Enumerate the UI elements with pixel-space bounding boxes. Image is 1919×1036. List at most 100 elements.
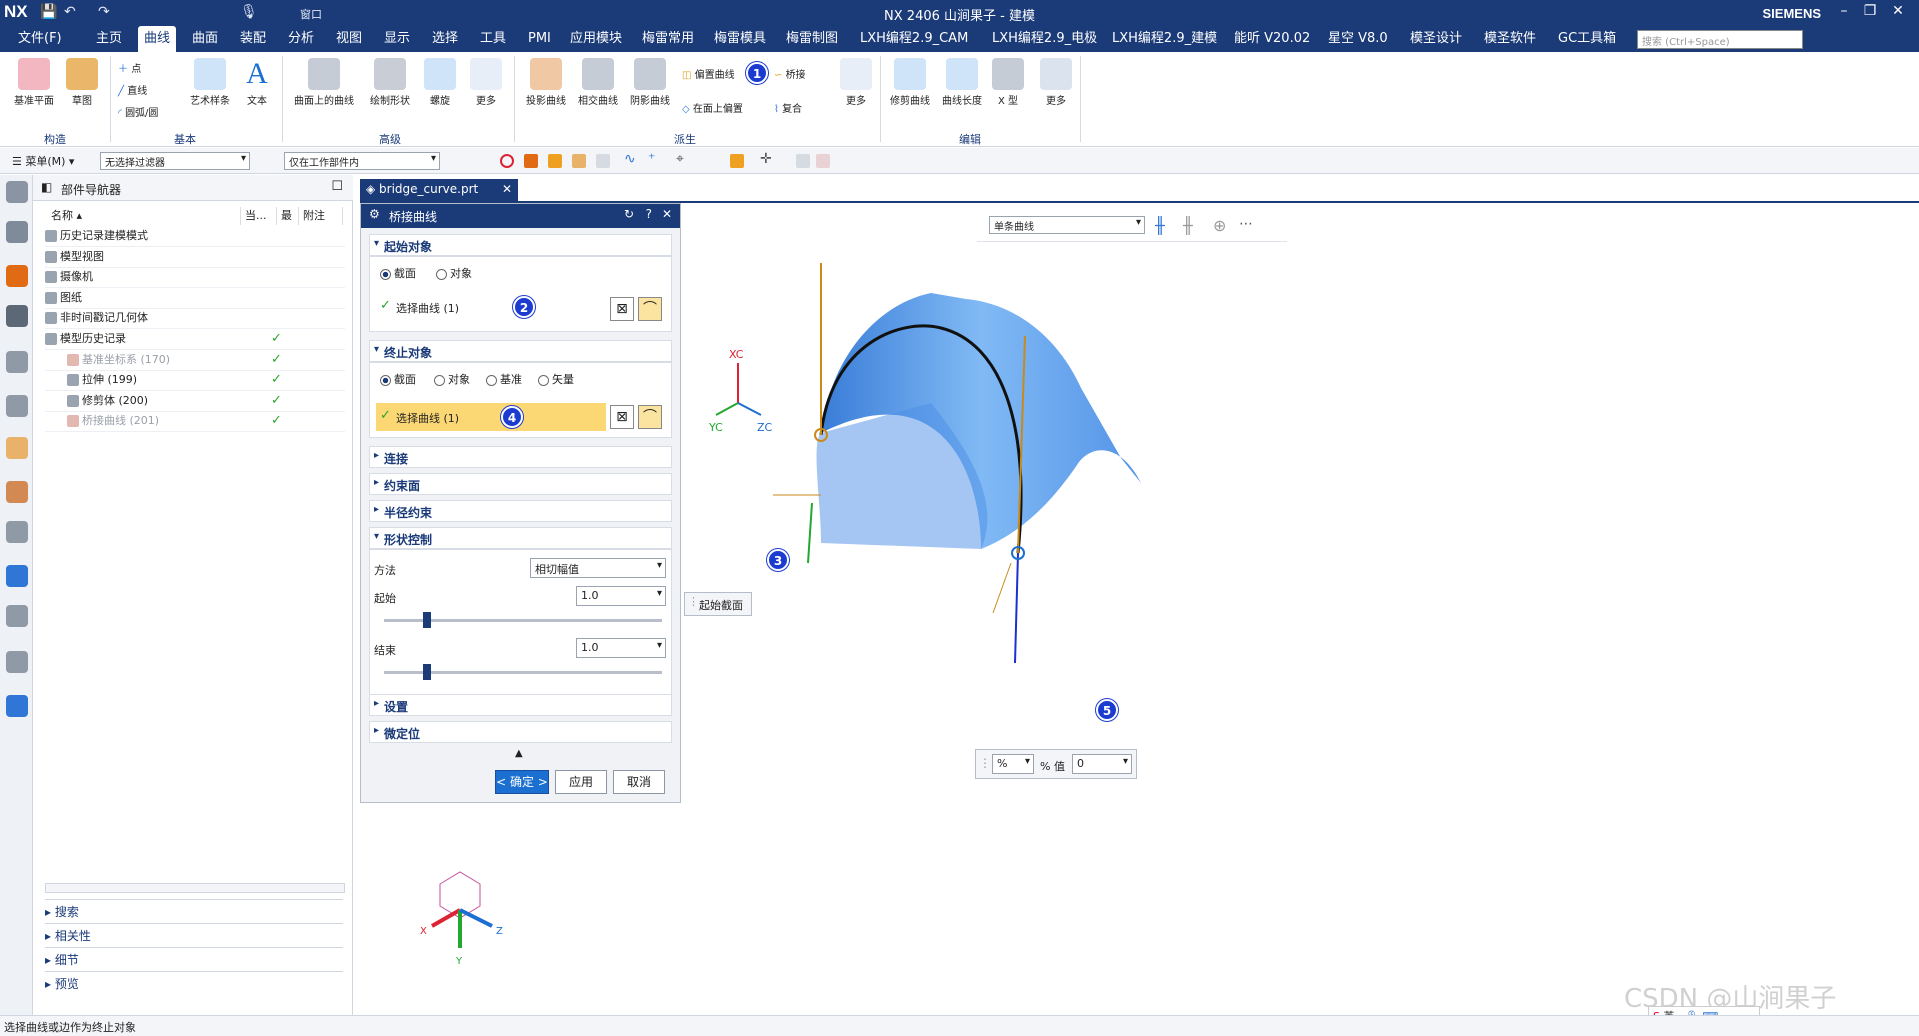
- end-select-curve[interactable]: ✓ 选择曲线 (1): [376, 403, 606, 431]
- assembly-navigator-icon[interactable]: [6, 221, 28, 243]
- menu-button[interactable]: ☰ 菜单(M) ▾: [12, 153, 74, 169]
- tab-assembly[interactable]: 装配: [234, 26, 272, 52]
- end-curve-filter-button[interactable]: ⌒: [638, 405, 662, 429]
- tab-mosheng-software[interactable]: 模圣软件: [1478, 26, 1542, 52]
- tab-tools[interactable]: 工具: [474, 26, 512, 52]
- curve-rule-icon[interactable]: ∿: [624, 151, 638, 167]
- ok-button[interactable]: < 确定 >: [495, 770, 549, 794]
- shape-control-section[interactable]: 形状控制: [369, 527, 672, 549]
- column-notes[interactable]: 附注: [299, 207, 343, 225]
- end-magnitude-slider[interactable]: [423, 664, 432, 680]
- tab-nengting[interactable]: 能听 V20.02: [1228, 26, 1316, 52]
- tab-view[interactable]: 视图: [330, 26, 368, 52]
- tree-row[interactable]: 模型视图: [45, 248, 104, 268]
- crosshair-icon[interactable]: ✛: [760, 151, 774, 167]
- type-filter-select[interactable]: 无选择过滤器 ▾: [100, 152, 250, 170]
- tab-meilei-drafting[interactable]: 梅雷制图: [780, 26, 844, 52]
- tab-curve[interactable]: 曲线: [138, 26, 177, 52]
- fine-position-section[interactable]: 微定位: [369, 721, 672, 743]
- apply-button[interactable]: 应用: [555, 770, 607, 794]
- end-section-radio[interactable]: 截面: [380, 371, 416, 387]
- arc-button[interactable]: ◜ 圆弧/圆: [118, 104, 158, 119]
- start-curve-filter-button[interactable]: ⌒: [638, 297, 662, 321]
- tab-xingkong[interactable]: 星空 V8.0: [1322, 26, 1394, 52]
- start-magnitude-slider[interactable]: [423, 612, 432, 628]
- hd3d-icon[interactable]: [6, 437, 28, 459]
- tab-meilei-common[interactable]: 梅雷常用: [636, 26, 700, 52]
- search-panel[interactable]: ▸ 搜索: [45, 899, 343, 921]
- tools-icon[interactable]: [6, 651, 28, 673]
- curve-on-surface-button[interactable]: 曲面上的曲线: [292, 58, 356, 107]
- sketch-button[interactable]: 草图: [62, 58, 102, 107]
- cancel-button[interactable]: 取消: [613, 770, 665, 794]
- tab-surface[interactable]: 曲面: [186, 26, 224, 52]
- graphics-window[interactable]: XC YC ZC: [681, 203, 1919, 1015]
- assembly-icon[interactable]: [816, 154, 830, 168]
- tab-lxh-electrode[interactable]: LXH编程2.9_电极: [986, 26, 1103, 52]
- clock-icon[interactable]: [6, 605, 28, 627]
- constraint-face-section[interactable]: 约束面: [369, 473, 672, 495]
- connection-section[interactable]: 连接: [369, 446, 672, 468]
- bridge-curve-button[interactable]: ∽ 桥接: [774, 66, 806, 81]
- close-tab-icon[interactable]: ✕: [502, 182, 512, 196]
- column-latest[interactable]: 最: [277, 207, 299, 225]
- tree-row[interactable]: 历史记录建模模式: [45, 227, 148, 247]
- offset-curve-button[interactable]: ◫ 偏置曲线: [682, 66, 735, 81]
- method-select[interactable]: 相切幅值 ▾: [530, 558, 666, 578]
- start-object-section[interactable]: 起始对象: [369, 234, 672, 256]
- web-browser-icon[interactable]: [6, 481, 28, 503]
- end-object-radio[interactable]: 对象: [434, 371, 470, 387]
- curve-length-button[interactable]: 曲线长度: [936, 58, 988, 107]
- column-current[interactable]: 当...: [241, 207, 277, 225]
- deselect-all-icon[interactable]: [500, 154, 514, 168]
- close-window-icon[interactable]: ✕: [1887, 3, 1909, 19]
- snap-settings-icon[interactable]: ⌖: [676, 151, 690, 167]
- draw-shape-button[interactable]: 绘制形状: [362, 58, 418, 107]
- tab-gc-toolbox[interactable]: GC工具箱: [1552, 26, 1622, 52]
- tree-row[interactable]: 模型历史记录: [45, 330, 126, 350]
- file-menu[interactable]: 文件(F): [12, 26, 68, 52]
- component-filter-icon[interactable]: [596, 154, 610, 168]
- tree-row[interactable]: 非时间戳记几何体: [45, 309, 148, 329]
- role-icon[interactable]: [6, 695, 28, 717]
- end-datum-radio[interactable]: 基准: [486, 371, 522, 387]
- help-icon[interactable]: ?: [646, 207, 652, 221]
- restore-icon[interactable]: ❐: [1859, 3, 1881, 19]
- tree-row[interactable]: 桥接曲线 (201): [67, 412, 159, 432]
- column-name[interactable]: 名称 ▴: [47, 207, 241, 225]
- tab-pmi[interactable]: PMI: [522, 26, 557, 52]
- radius-constraint-section[interactable]: 半径约束: [369, 500, 672, 522]
- shadow-curve-button[interactable]: 阴影曲线: [624, 58, 676, 107]
- percent-mode-select[interactable]: % ▾: [992, 754, 1034, 774]
- start-section-radio[interactable]: 截面: [380, 265, 416, 281]
- advanced-more-button[interactable]: 更多: [466, 58, 506, 107]
- trim-curve-button[interactable]: 修剪曲线: [884, 58, 936, 107]
- preview-panel[interactable]: ▸ 预览: [45, 971, 343, 993]
- settings-section[interactable]: 设置: [369, 694, 672, 716]
- point-button[interactable]: ＋ 点: [118, 60, 141, 75]
- history-palette-icon[interactable]: [6, 521, 28, 543]
- end-object-section[interactable]: 终止对象: [369, 340, 672, 362]
- tab-select[interactable]: 选择: [426, 26, 464, 52]
- end-magnitude-input[interactable]: 1.0 ▾: [576, 638, 666, 658]
- details-panel[interactable]: ▸ 细节: [45, 947, 343, 969]
- offset-in-face-button[interactable]: ◇ 在面上偏置: [682, 100, 743, 115]
- maximize-panel-icon[interactable]: ☐: [331, 179, 343, 194]
- tree-row[interactable]: 图纸: [45, 289, 82, 309]
- reuse-library-icon[interactable]: [6, 395, 28, 417]
- text-button[interactable]: A 文本: [240, 58, 274, 107]
- tab-lxh-cam[interactable]: LXH编程2.9_CAM: [854, 26, 974, 52]
- part-navigator-icon[interactable]: [6, 305, 28, 327]
- start-object-radio[interactable]: 对象: [436, 265, 472, 281]
- document-tab[interactable]: ◈ bridge_curve.prt ✕: [360, 179, 518, 201]
- composite-curve-button[interactable]: ⌇ 复合: [774, 100, 802, 115]
- minimize-icon[interactable]: –: [1833, 3, 1855, 19]
- end-deselect-button[interactable]: ⊠: [610, 405, 634, 429]
- start-magnitude-input[interactable]: 1.0 ▾: [576, 586, 666, 606]
- scope-select[interactable]: 仅在工作部件内 ▾: [284, 152, 440, 170]
- edit-more-button[interactable]: 更多: [1036, 58, 1076, 107]
- tree-row[interactable]: 修剪体 (200): [67, 392, 148, 412]
- intersect-curve-button[interactable]: 相交曲线: [572, 58, 624, 107]
- close-dialog-icon[interactable]: ✕: [662, 207, 672, 221]
- tree-row[interactable]: 拉伸 (199): [67, 371, 137, 391]
